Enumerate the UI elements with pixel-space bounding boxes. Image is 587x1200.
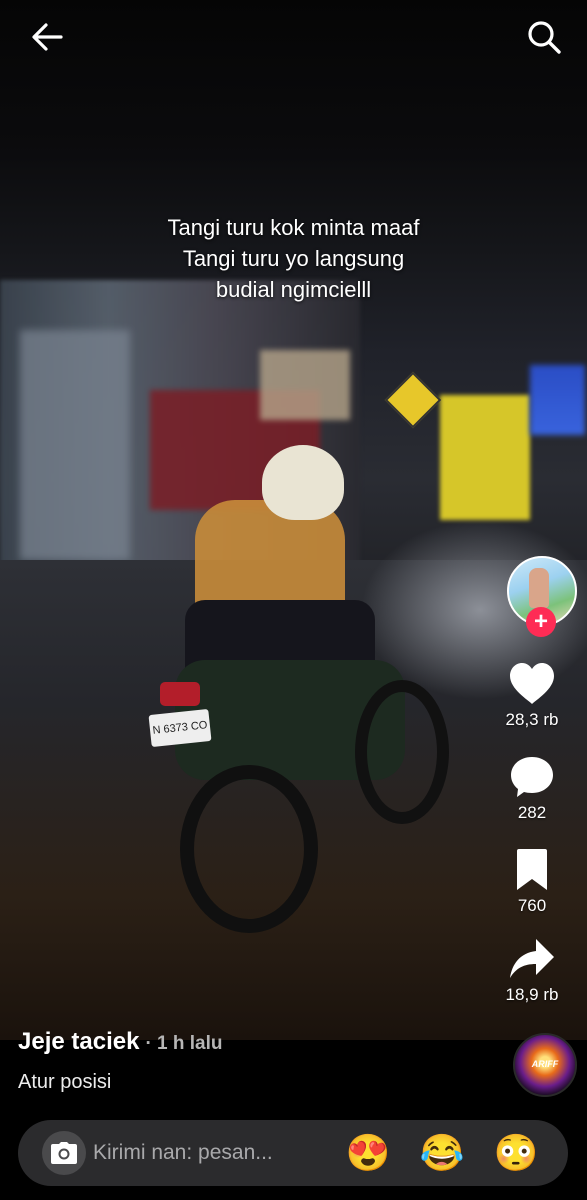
caption-line-2: Tangi turu yo langsung — [182, 246, 405, 271]
music-disc-label: ARIFF — [531, 1059, 559, 1069]
license-plate: N 6373 CO — [148, 708, 212, 748]
taillight — [160, 682, 200, 706]
background-shop — [20, 330, 130, 560]
plus-icon: + — [533, 608, 548, 635]
follow-button[interactable]: + — [526, 607, 556, 637]
save-count: 760 — [517, 896, 547, 915]
post-author-row: Jeje taciek · 1 h lalu — [18, 1028, 223, 1056]
front-wheel — [355, 680, 449, 824]
camera-icon — [51, 1142, 77, 1164]
motorcycle: N 6373 CO — [148, 620, 449, 933]
heart-icon — [510, 663, 554, 704]
search-button[interactable] — [522, 15, 566, 59]
comment-action[interactable]: 282 — [477, 755, 587, 823]
share-arrow-icon — [510, 939, 554, 978]
arrow-left-icon — [32, 23, 63, 51]
helmet — [262, 445, 344, 520]
comment-input-bar[interactable]: Kirimi nan: pesan... 😍 😂 😳 — [18, 1120, 568, 1186]
search-icon — [528, 21, 561, 54]
like-action[interactable]: 28,3 rb — [477, 662, 587, 730]
background-yellow-kiosk — [440, 395, 530, 520]
share-action[interactable]: 18,9 rb — [477, 937, 587, 1005]
caption-line-3: budial ngimcielll — [215, 277, 372, 302]
video-caption: Tangi turu kok minta maaf Tangi turu yo … — [0, 212, 587, 305]
bookmark-icon — [517, 849, 547, 890]
save-action[interactable]: 760 — [477, 848, 587, 916]
post-time: · 1 h lalu — [145, 1033, 223, 1054]
road-sign — [384, 371, 442, 429]
background-signboard — [260, 350, 350, 420]
background-neon-sign — [530, 365, 585, 435]
comment-bubble-icon — [511, 757, 553, 797]
post-description: Atur posisi — [18, 1071, 112, 1093]
share-count: 18,9 rb — [505, 985, 559, 1004]
username[interactable]: Jeje taciek — [18, 1028, 139, 1055]
caption-line-1: Tangi turu kok minta maaf — [167, 215, 420, 240]
laughing-emoji-button[interactable]: 😂 — [419, 1130, 465, 1176]
flushed-emoji-button[interactable]: 😳 — [493, 1130, 539, 1176]
like-count: 28,3 rb — [505, 710, 559, 729]
heart-eyes-emoji-button[interactable]: 😍 — [345, 1130, 391, 1176]
rear-wheel — [180, 765, 318, 933]
avatar-person — [529, 568, 549, 608]
comment-count: 282 — [517, 803, 547, 822]
music-disc[interactable]: ARIFF — [513, 1033, 577, 1097]
back-button[interactable] — [25, 17, 69, 57]
camera-button[interactable] — [42, 1131, 86, 1175]
comment-input-placeholder[interactable]: Kirimi nan: pesan... — [93, 1141, 273, 1165]
